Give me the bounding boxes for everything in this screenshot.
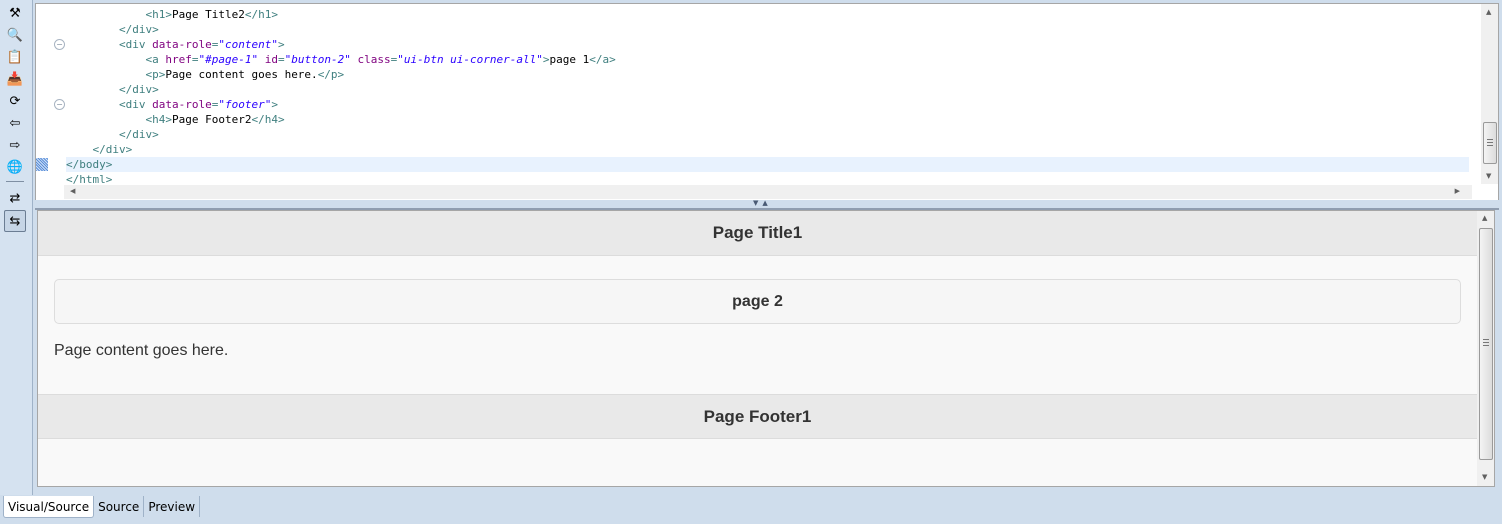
code-token-tag: <a <box>145 53 166 66</box>
scroll-down-icon[interactable]: ▼ <box>1486 172 1491 180</box>
fold-collapse-icon[interactable]: − <box>54 39 65 50</box>
code-token-val: "content" <box>218 38 278 51</box>
code-token-tag <box>258 53 265 66</box>
code-token-val: "button-2" <box>284 53 351 66</box>
sync-icon[interactable]: ⇄ <box>5 188 25 208</box>
code-token-tag: </a> <box>589 53 616 66</box>
page-footer: Page Footer1 <box>38 394 1477 439</box>
toolbar-separator <box>6 181 24 182</box>
code-token-tag: <h1> <box>145 8 172 21</box>
scroll-up-icon[interactable]: ▲ <box>1482 214 1487 222</box>
code-token-tag: </h1> <box>244 8 278 21</box>
palette-tools-icon[interactable]: ⚒ <box>5 3 25 23</box>
code-token-tag: <div <box>118 38 153 51</box>
code-token-text: Page Footer2 <box>171 113 252 126</box>
code-token-attr: data-role <box>152 98 212 111</box>
fold-collapse-icon[interactable]: − <box>54 99 65 110</box>
editor-toolbar: ⚒ 🔍 📋 📥 ⟳ ⇦ ⇨ 🌐 ⇄ ⇆ <box>0 0 33 495</box>
code-token-tag: > <box>542 53 550 66</box>
tab-preview[interactable]: Preview <box>144 496 201 517</box>
sync-toggle-icon[interactable]: ⇆ <box>4 210 26 232</box>
code-token-tag: > <box>271 98 278 111</box>
code-token-tag: </body> <box>66 158 113 171</box>
splitter-arrows-icon[interactable]: ▼▲ <box>753 199 772 207</box>
code-token-tag: > <box>277 38 285 51</box>
code-line[interactable]: <div data-role="content"> <box>66 37 1469 52</box>
page-header: Page Title1 <box>38 211 1477 256</box>
code-token-text: Page content goes here. <box>165 68 318 81</box>
code-line[interactable]: <p>Page content goes here.</p> <box>66 67 1469 82</box>
code-token-val: "footer" <box>218 98 272 111</box>
tab-source[interactable]: Source <box>94 496 145 517</box>
back-icon[interactable]: ⇦ <box>5 113 25 133</box>
page-2-button[interactable]: page 2 <box>54 279 1461 324</box>
import-icon[interactable]: 📋 <box>5 47 25 67</box>
code-token-tag: <p> <box>145 68 166 81</box>
current-line-marker <box>36 158 48 171</box>
code-token-attr: data-role <box>152 38 212 51</box>
code-line[interactable]: <h4>Page Footer2</h4> <box>66 112 1469 127</box>
visual-vertical-scrollbar[interactable]: ▲ ▼ <box>1477 211 1494 486</box>
code-area[interactable]: <h1>Page Title2</h1> </div> <div data-ro… <box>66 7 1469 187</box>
page-content-text: Page content goes here. <box>54 342 229 359</box>
code-line[interactable]: </body> <box>66 157 1469 172</box>
visual-scroll-thumb[interactable] <box>1479 228 1493 460</box>
scroll-right-icon[interactable]: ▶ <box>1455 187 1460 195</box>
scroll-up-icon[interactable]: ▲ <box>1486 8 1491 16</box>
code-token-val: "#page-1" <box>198 53 259 66</box>
visual-preview[interactable]: Page Title1 page 2 Page content goes her… <box>37 210 1495 487</box>
code-token-tag: <div <box>118 98 153 111</box>
refresh-icon[interactable]: ⟳ <box>5 91 25 111</box>
code-token-attr: id <box>264 53 278 66</box>
code-token-tag: </h4> <box>251 113 285 126</box>
code-token-text: Page Title2 <box>171 8 245 21</box>
code-token-tag: = <box>277 53 285 66</box>
code-line[interactable]: </div> <box>66 142 1469 157</box>
code-token-attr: class <box>357 53 391 66</box>
editor-gutter: − − <box>36 4 65 184</box>
scroll-left-icon[interactable]: ◀ <box>70 187 75 195</box>
forward-icon[interactable]: ⇨ <box>5 135 25 155</box>
pane-splitter[interactable]: ▼▲ <box>35 199 1499 210</box>
code-token-tag: </div> <box>118 128 159 141</box>
scroll-down-icon[interactable]: ▼ <box>1482 473 1487 481</box>
css-preview-icon[interactable]: 🔍 <box>5 25 25 45</box>
code-token-val: "ui-btn ui-corner-all" <box>397 53 543 66</box>
export-icon[interactable]: 📥 <box>5 69 25 89</box>
code-token-tag: <h4> <box>145 113 172 126</box>
code-token-tag: </div> <box>118 23 159 36</box>
code-line[interactable]: <div data-role="footer"> <box>66 97 1469 112</box>
code-line[interactable]: <h1>Page Title2</h1> <box>66 7 1469 22</box>
code-line[interactable]: </div> <box>66 82 1469 97</box>
code-token-text: page 1 <box>549 53 590 66</box>
source-vertical-scrollbar[interactable]: ▲ ▼ <box>1481 4 1498 184</box>
tab-visual-source[interactable]: Visual/Source <box>3 496 95 518</box>
code-line[interactable]: <a href="#page-1" id="button-2" class="u… <box>66 52 1469 67</box>
source-editor[interactable]: − − <h1>Page Title2</h1> </div> <div data… <box>35 3 1499 201</box>
code-token-tag: </p> <box>317 68 345 81</box>
source-scroll-thumb[interactable] <box>1483 122 1497 164</box>
code-token-attr: href <box>165 53 192 66</box>
editor-mode-tabs: Visual/Source Source Preview <box>3 496 201 518</box>
code-line[interactable]: </div> <box>66 127 1469 142</box>
code-line[interactable]: </div> <box>66 22 1469 37</box>
code-token-tag: </div> <box>118 83 159 96</box>
source-horizontal-scrollbar[interactable]: ◀ ▶ <box>64 185 1472 199</box>
code-token-tag: </div> <box>92 143 133 156</box>
globe-icon[interactable]: 🌐 <box>5 157 25 177</box>
